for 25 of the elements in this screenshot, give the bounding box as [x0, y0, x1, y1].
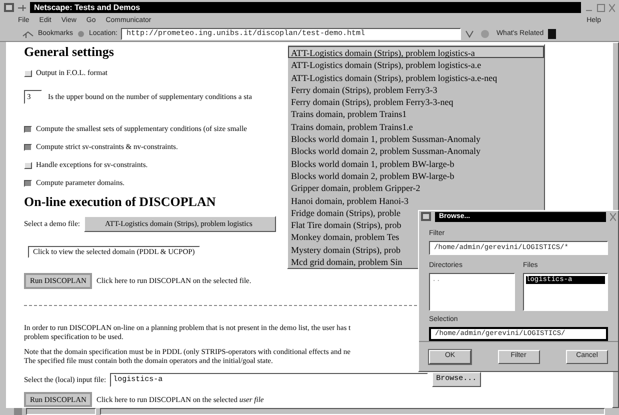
window-menu-icon[interactable] [4, 3, 14, 12]
dropdown-item[interactable]: Blocks world domain 1, problem BW-large-b [288, 156, 544, 169]
dropdown-item[interactable]: Blocks world domain 2, problem Sussman-Anomaly [288, 144, 544, 157]
title-bar: Netscape: Tests and Demos [30, 2, 581, 13]
window-menu-icon[interactable] [421, 212, 431, 222]
dropdown-item[interactable]: Trains domain, problem Trains1.e [288, 120, 544, 132]
dropdown-item[interactable]: Gripper domain, problem Gripper-2 [288, 181, 544, 194]
checkbox[interactable] [24, 180, 32, 186]
section-heading: General settings [24, 44, 114, 60]
dropdown-item[interactable]: Blocks world domain 2, problem BW-large-b [288, 168, 544, 182]
dropdown-item[interactable]: Trains domain, problem Trains1 [288, 107, 544, 120]
section-heading: On-line execution of DISCOPLAN [24, 194, 216, 210]
dropdown-item[interactable]: Blocks world domain 1, problem Sussman-Anomaly [288, 132, 544, 144]
close-icon[interactable] [610, 212, 616, 221]
dropdown-item[interactable]: ATT-Logistics domain (Strips), problem logistics-a [288, 46, 544, 58]
checkbox[interactable] [24, 126, 32, 132]
maximize-icon[interactable] [597, 4, 605, 12]
dropdown-icon[interactable] [465, 29, 474, 39]
dropdown-item[interactable]: Hanoi domain, problem Hanoi-3 [288, 194, 544, 206]
dropdown-item[interactable]: ATT-Logistics domain (Strips), problem logistics-a.e [288, 58, 544, 71]
dropdown-item[interactable]: Ferry domain (Strips), problem Ferry3-3 [288, 82, 544, 96]
dropdown-item[interactable]: Ferry domain (Strips), problem Ferry3-3-neq [288, 95, 544, 108]
dropdown-item[interactable]: ATT-Logistics domain (Strips), problem logistics-a.e-neq [288, 70, 544, 83]
close-icon[interactable] [609, 4, 615, 12]
checkbox[interactable] [24, 144, 32, 150]
